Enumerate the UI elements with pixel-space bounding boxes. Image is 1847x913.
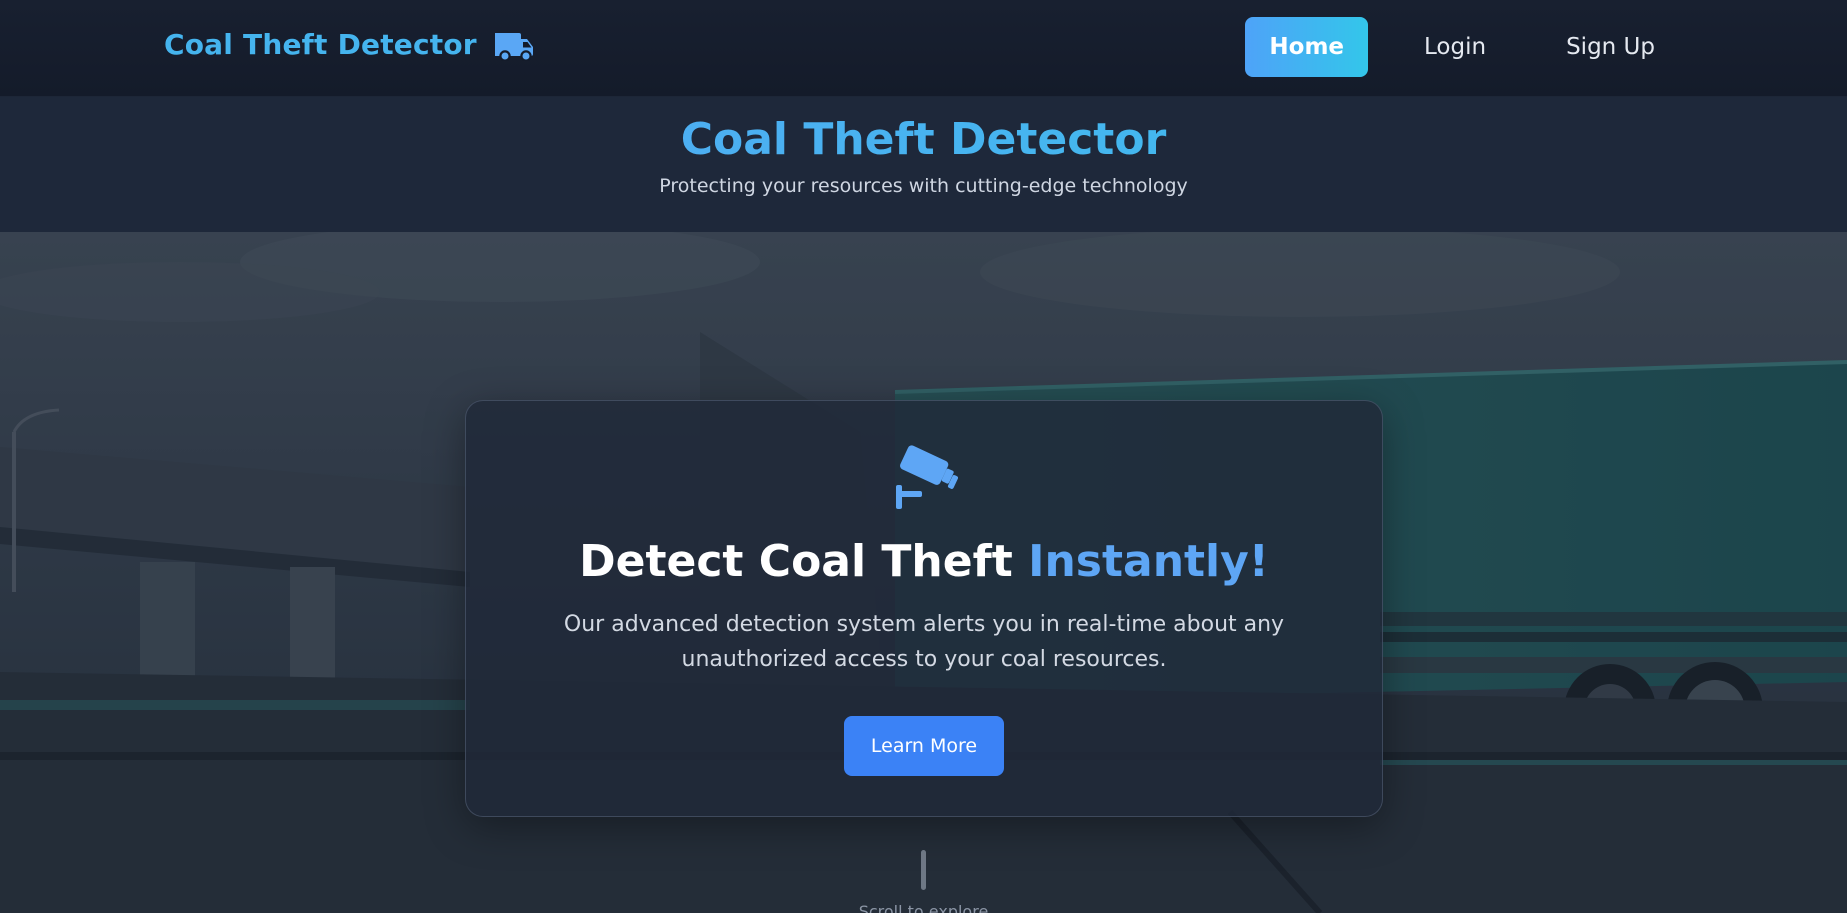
hero-section: Detect Coal Theft Instantly! Our advance… <box>0 232 1847 913</box>
nav-home[interactable]: Home <box>1245 17 1369 77</box>
scroll-hint: Scroll to explore <box>858 902 989 913</box>
brand[interactable]: Coal Theft Detector <box>164 28 535 61</box>
page-title: Coal Theft Detector <box>0 114 1847 165</box>
hero-card: Detect Coal Theft Instantly! Our advance… <box>465 400 1383 817</box>
scroll-indicator <box>921 850 926 890</box>
nav-links: Home Login Sign Up <box>1245 17 1679 77</box>
nav-login[interactable]: Login <box>1400 17 1510 77</box>
truck-icon <box>494 32 533 61</box>
header-band: Coal Theft Detector Protecting your reso… <box>0 97 1847 232</box>
security-camera-icon <box>896 445 958 509</box>
hero-heading-main: Detect Coal Theft <box>579 536 1029 587</box>
page-subtitle: Protecting your resources with cutting-e… <box>659 175 1188 197</box>
brand-title[interactable]: Coal Theft Detector <box>164 28 477 61</box>
navbar: Coal Theft Detector Home Login Sign Up <box>0 0 1847 97</box>
hero-heading-accent: Instantly! <box>1028 536 1269 587</box>
learn-more-button[interactable]: Learn More <box>844 716 1004 776</box>
nav-signup[interactable]: Sign Up <box>1542 17 1679 77</box>
hero-heading: Detect Coal Theft Instantly! <box>466 536 1382 587</box>
hero-description: Our advanced detection system alerts you… <box>563 612 1285 672</box>
